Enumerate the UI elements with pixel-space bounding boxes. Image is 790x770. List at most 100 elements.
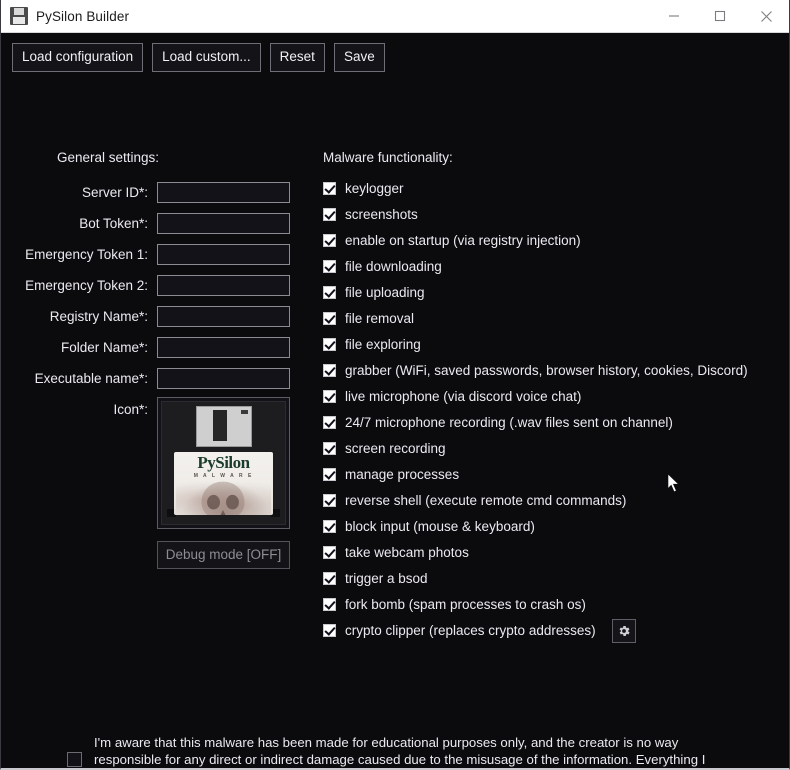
checkbox-reverse-shell[interactable] xyxy=(323,494,336,508)
bot-token-label: Bot Token*: xyxy=(79,216,148,232)
form-row-executable-name: Executable name*: xyxy=(1,366,301,392)
checkbox-screenshots[interactable] xyxy=(323,208,336,222)
checkbox-label-live-microphone: live microphone (via discord voice chat) xyxy=(345,389,582,405)
checkbox-row-file-uploading[interactable]: file uploading xyxy=(323,284,763,302)
checkbox-row-keylogger[interactable]: keylogger xyxy=(323,180,763,198)
checkbox-label-block-input: block input (mouse & keyboard) xyxy=(345,519,535,535)
checkbox-label-screenshots: screenshots xyxy=(345,207,418,223)
floppy-shutter xyxy=(196,406,252,447)
form-row-emergency-token-2: Emergency Token 2: xyxy=(1,273,301,299)
disclaimer-row[interactable]: I'm aware that this malware has been mad… xyxy=(67,734,727,768)
executable-name-label: Executable name*: xyxy=(34,371,148,387)
checkbox-live-microphone[interactable] xyxy=(323,390,336,404)
minimize-icon[interactable] xyxy=(651,0,697,33)
checkbox-row-block-input[interactable]: block input (mouse & keyboard) xyxy=(323,518,763,536)
checkbox-row-manage-processes[interactable]: manage processes xyxy=(323,466,763,484)
malware-functionality-heading: Malware functionality: xyxy=(323,149,453,165)
general-settings-heading: General settings: xyxy=(57,149,160,165)
checkbox-label-take-webcam-photos: take webcam photos xyxy=(345,545,469,561)
maximize-icon[interactable] xyxy=(697,0,743,33)
checkbox-trigger-a-bsod[interactable] xyxy=(323,572,336,586)
general-settings-panel: General settings: Server ID*: Bot Token*… xyxy=(1,150,301,569)
icon-preview-box[interactable]: PySilon M A L W A R E xyxy=(157,396,290,529)
form-row-emergency-token-1: Emergency Token 1: xyxy=(1,242,301,268)
load-configuration-button[interactable]: Load configuration xyxy=(12,43,144,72)
checkbox-row-file-downloading[interactable]: file downloading xyxy=(323,258,763,276)
checkbox-row-reverse-shell[interactable]: reverse shell (execute remote cmd comman… xyxy=(323,492,763,510)
checkbox-label-file-removal: file removal xyxy=(345,311,415,327)
checkbox-label-microphone-recording: 24/7 microphone recording (.wav files se… xyxy=(345,415,673,431)
checkbox-label-file-downloading: file downloading xyxy=(345,259,442,275)
checkbox-row-file-removal[interactable]: file removal xyxy=(323,310,763,328)
checkbox-crypto-clipper[interactable] xyxy=(323,624,336,638)
bot-token-input[interactable] xyxy=(157,213,290,235)
load-custom-button[interactable]: Load custom... xyxy=(152,43,261,72)
checkbox-label-enable-on-startup: enable on startup (via registry injectio… xyxy=(345,233,581,249)
folder-name-label: Folder Name*: xyxy=(60,340,148,356)
emergency-token-1-label: Emergency Token 1: xyxy=(25,247,148,263)
checkbox-file-exploring[interactable] xyxy=(323,338,336,352)
toolbar: Load configuration Load custom... Reset … xyxy=(1,33,789,72)
crypto-clipper-settings-button[interactable] xyxy=(611,618,636,643)
window-controls xyxy=(651,0,789,33)
checkbox-row-trigger-a-bsod[interactable]: trigger a bsod xyxy=(323,570,763,588)
checkbox-row-live-microphone[interactable]: live microphone (via discord voice chat) xyxy=(323,388,763,406)
title-bar: PySilon Builder xyxy=(1,0,789,33)
window-title: PySilon Builder xyxy=(36,8,130,24)
checkbox-label-file-exploring: file exploring xyxy=(345,337,421,353)
checkbox-keylogger[interactable] xyxy=(323,182,336,196)
checkbox-row-enable-on-startup[interactable]: enable on startup (via registry injectio… xyxy=(323,232,763,250)
emergency-token-2-input[interactable] xyxy=(157,275,290,297)
debug-row: Debug mode [OFF] xyxy=(1,540,301,569)
checkbox-file-uploading[interactable] xyxy=(323,286,336,300)
debug-mode-button[interactable]: Debug mode [OFF] xyxy=(157,540,290,569)
reset-button[interactable]: Reset xyxy=(269,43,325,72)
checkbox-row-fork-bomb[interactable]: fork bomb (spam processes to crash os) xyxy=(323,596,763,614)
checkbox-take-webcam-photos[interactable] xyxy=(323,546,336,560)
checkbox-manage-processes[interactable] xyxy=(323,468,336,482)
checkbox-file-downloading[interactable] xyxy=(323,260,336,274)
server-id-label: Server ID*: xyxy=(81,185,148,201)
registry-name-input[interactable] xyxy=(157,306,290,328)
emergency-token-1-input[interactable] xyxy=(157,244,290,266)
checkbox-grabber[interactable] xyxy=(323,364,336,378)
floppy-disk-preview: PySilon M A L W A R E xyxy=(161,400,286,525)
floppy-disk-icon xyxy=(10,7,28,25)
checkbox-row-screen-recording[interactable]: screen recording xyxy=(323,440,763,458)
server-id-input[interactable] xyxy=(157,182,290,204)
floppy-label: PySilon M A L W A R E xyxy=(174,451,273,515)
checkbox-block-input[interactable] xyxy=(323,520,336,534)
checkbox-label-trigger-a-bsod: trigger a bsod xyxy=(345,571,428,587)
main-content: General settings: Server ID*: Bot Token*… xyxy=(1,72,789,768)
save-button[interactable]: Save xyxy=(333,43,385,72)
form-row-folder-name: Folder Name*: xyxy=(1,335,301,361)
icon-row: Icon*: PySilon M A L W A R E xyxy=(1,396,301,529)
checkbox-row-file-exploring[interactable]: file exploring xyxy=(323,336,763,354)
executable-name-input[interactable] xyxy=(157,368,290,390)
checkbox-label-reverse-shell: reverse shell (execute remote cmd comman… xyxy=(345,493,627,509)
disclaimer-text: I'm aware that this malware has been mad… xyxy=(94,734,706,768)
checkbox-fork-bomb[interactable] xyxy=(323,598,336,612)
gear-icon xyxy=(619,625,630,636)
checkbox-enable-on-startup[interactable] xyxy=(323,234,336,248)
folder-name-input[interactable] xyxy=(157,337,290,359)
checkbox-row-crypto-clipper[interactable]: crypto clipper (replaces crypto addresse… xyxy=(323,618,763,643)
checkbox-row-take-webcam-photos[interactable]: take webcam photos xyxy=(323,544,763,562)
disclaimer-checkbox[interactable] xyxy=(67,752,82,768)
checkbox-row-screenshots[interactable]: screenshots xyxy=(323,206,763,224)
form-row-bot-token: Bot Token*: xyxy=(1,211,301,237)
checkbox-microphone-recording[interactable] xyxy=(323,416,336,430)
close-icon[interactable] xyxy=(743,0,789,33)
checkbox-screen-recording[interactable] xyxy=(323,442,336,456)
checkbox-row-microphone-recording[interactable]: 24/7 microphone recording (.wav files se… xyxy=(323,414,763,432)
registry-name-label: Registry Name*: xyxy=(49,309,148,325)
checkbox-label-manage-processes: manage processes xyxy=(345,467,460,483)
floppy-label-stain xyxy=(176,476,271,515)
checkbox-row-grabber[interactable]: grabber (WiFi, saved passwords, browser … xyxy=(323,362,763,380)
checkbox-label-file-uploading: file uploading xyxy=(345,285,425,301)
icon-label: Icon*: xyxy=(113,401,148,417)
checkbox-label-crypto-clipper: crypto clipper (replaces crypto addresse… xyxy=(345,623,596,639)
checkbox-file-removal[interactable] xyxy=(323,312,336,326)
checkbox-label-screen-recording: screen recording xyxy=(345,441,446,457)
builder-window: PySilon Builder Load configuration Load … xyxy=(0,0,790,770)
